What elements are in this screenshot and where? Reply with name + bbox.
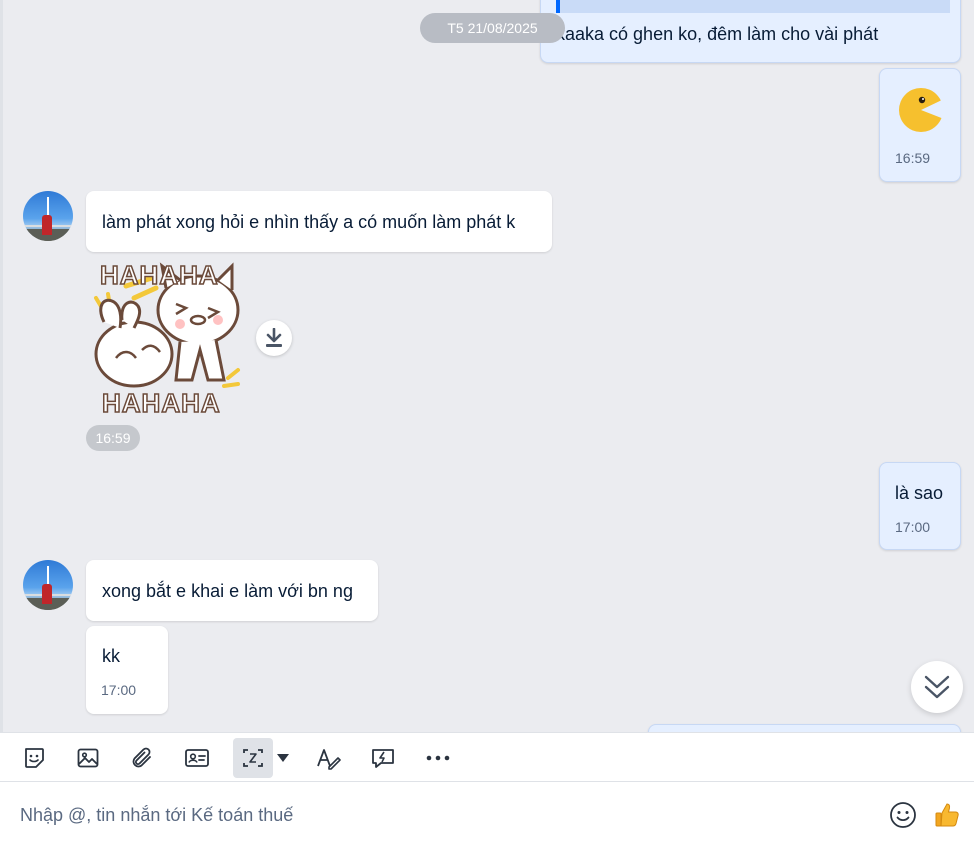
message-composer (0, 782, 974, 846)
message-bubble-outgoing[interactable] (648, 724, 961, 732)
sticker[interactable]: HAHAHA HAHAHA (88, 258, 248, 419)
message-text: là sao (895, 483, 944, 503)
more-options-button[interactable] (418, 738, 458, 778)
message-bubble-incoming[interactable]: xong bắt e khai e làm với bn ng (86, 560, 378, 621)
sticker-text-top: HAHAHA (99, 259, 219, 291)
avatar[interactable] (23, 560, 73, 610)
text-format-icon (317, 749, 341, 770)
download-icon (266, 328, 282, 347)
pacman-emoji-icon (899, 88, 944, 132)
more-icon (426, 755, 450, 761)
message-bubble-outgoing[interactable]: kaaka có ghen ko, đêm làm cho vài phát (540, 0, 961, 63)
attachment-button[interactable] (122, 738, 162, 778)
image-icon (77, 748, 99, 768)
message-input[interactable] (20, 800, 860, 830)
dropdown-arrow-icon (277, 754, 289, 762)
date-separator: T5 21/08/2025 (420, 13, 565, 43)
message-text: xong bắt e khai e làm với bn ng (102, 581, 353, 601)
composer-toolbar (0, 732, 974, 782)
sticker-icon (25, 748, 44, 768)
attachment-icon (132, 747, 151, 768)
message-text: làm phát xong hỏi e nhìn thấy a có muốn … (102, 212, 516, 232)
message-text: kk (102, 646, 120, 666)
quick-message-button[interactable] (363, 738, 403, 778)
scroll-to-bottom-button[interactable] (911, 661, 963, 713)
text-format-button[interactable] (308, 738, 348, 778)
chat-message-area[interactable]: kaaka có ghen ko, đêm làm cho vài phát T… (0, 0, 974, 732)
message-text: kaaka có ghen ko, đêm làm cho vài phát (556, 24, 879, 44)
quick-message-icon (372, 749, 394, 768)
screenshot-icon (243, 749, 263, 767)
double-chevron-down-icon (924, 675, 950, 699)
message-time: 16:59 (895, 150, 931, 166)
contact-card-icon (185, 749, 209, 767)
quoted-reply[interactable] (556, 0, 950, 13)
message-bubble-outgoing[interactable]: là sao 17:00 (879, 462, 961, 550)
contact-card-button[interactable] (177, 738, 217, 778)
smiley-icon (890, 802, 916, 828)
avatar[interactable] (23, 191, 73, 241)
message-bubble-incoming[interactable]: kk 17:00 (86, 626, 168, 714)
download-button[interactable] (256, 320, 292, 356)
sticker-text-bottom: HAHAHA (101, 387, 221, 419)
message-time: 17:00 (101, 682, 137, 698)
screenshot-button[interactable] (233, 738, 273, 778)
message-time: 17:00 (895, 519, 931, 535)
message-bubble-incoming[interactable]: làm phát xong hỏi e nhìn thấy a có muốn … (86, 191, 552, 252)
screenshot-options-dropdown[interactable] (275, 750, 291, 766)
message-time: 16:59 (86, 425, 140, 451)
like-button[interactable] (930, 798, 964, 832)
sticker-button[interactable] (14, 738, 54, 778)
divider (0, 0, 3, 732)
thumbs-up-icon (935, 803, 959, 827)
message-bubble-outgoing[interactable]: 16:59 (879, 68, 961, 182)
emoji-button[interactable] (886, 798, 920, 832)
image-button[interactable] (68, 738, 108, 778)
